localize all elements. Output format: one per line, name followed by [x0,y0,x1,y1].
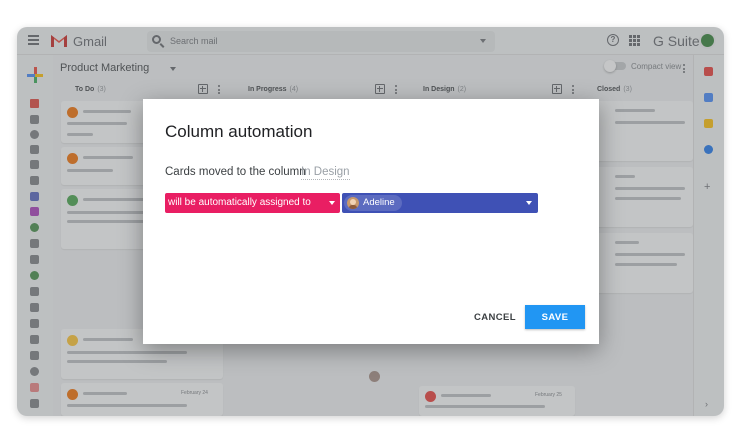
avatar [347,197,359,209]
assignee-name: Adeline [363,197,395,208]
rule-select[interactable]: will be automatically assigned to [165,193,340,213]
assignee-chip[interactable]: Adeline [344,195,402,211]
cancel-button[interactable]: CANCEL [467,307,523,327]
assignee-select[interactable]: Adeline [342,193,538,213]
column-name-field[interactable]: In Design [301,166,350,180]
chevron-down-icon [526,201,532,205]
column-automation-dialog: Column automation Cards moved to the col… [143,99,599,344]
save-button[interactable]: SAVE [525,305,585,329]
dialog-title: Column automation [165,122,313,141]
rule-select-label: will be automatically assigned to [168,197,311,208]
dialog-description: Cards moved to the column [165,166,306,178]
chevron-down-icon [329,201,335,205]
